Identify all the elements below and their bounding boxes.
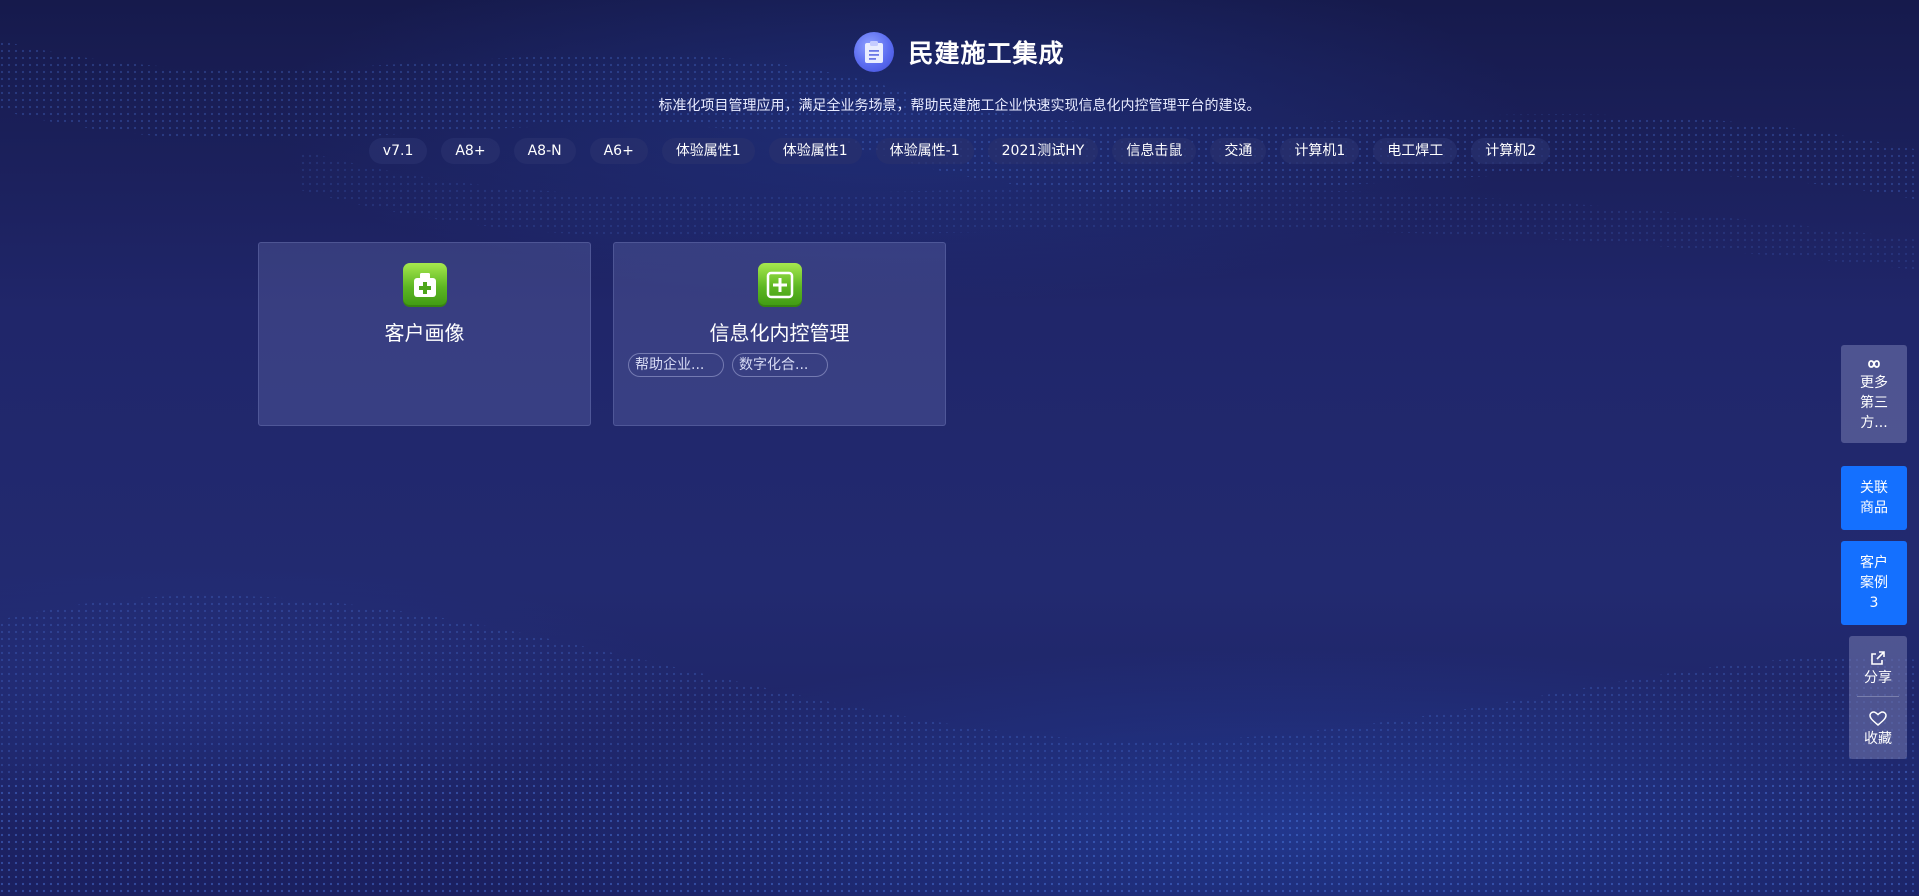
third-party-label: 更多第三方... <box>1860 375 1888 431</box>
related-products-button[interactable]: 关联商品 <box>1841 466 1907 530</box>
card-chip[interactable]: 帮助企业... <box>628 353 724 377</box>
card-chip-list: 帮助企业... 数字化合... <box>628 353 828 377</box>
share-icon <box>1871 651 1885 665</box>
tag-experience-attr-1[interactable]: 体验属性1 <box>661 138 755 164</box>
app-card-info-control[interactable]: 信息化内控管理 帮助企业... 数字化合... <box>613 242 946 426</box>
tag-2021-test-hy[interactable]: 2021测试HY <box>987 138 1099 164</box>
share-label: 分享 <box>1864 670 1892 686</box>
tag-traffic[interactable]: 交通 <box>1210 138 1267 164</box>
card-title: 信息化内控管理 <box>709 321 850 345</box>
background-wave <box>0 0 1919 896</box>
version-tag-list: v7.1 A8+ A8-N A6+ 体验属性1 体验属性1 体验属性-1 202… <box>0 138 1919 164</box>
page-subtitle: 标准化项目管理应用，满足全业务场景，帮助民建施工企业快速实现信息化内控管理平台的… <box>658 98 1261 114</box>
card-title: 客户画像 <box>384 321 465 345</box>
plus-box-icon <box>758 263 802 307</box>
customer-cases-button[interactable]: 客户案例 3 <box>1841 541 1907 625</box>
related-products-label: 关联商品 <box>1860 480 1888 516</box>
customer-cases-count: 3 <box>1869 595 1879 611</box>
share-favorite-panel: 分享 收藏 <box>1849 636 1907 759</box>
heart-icon <box>1869 711 1887 726</box>
third-party-button[interactable]: 更多第三方... <box>1841 345 1907 443</box>
tag-a6-plus[interactable]: A6+ <box>589 138 648 164</box>
medical-kit-icon <box>403 263 447 307</box>
favorite-label: 收藏 <box>1864 731 1892 747</box>
card-chip[interactable]: 数字化合... <box>732 353 828 377</box>
tag-experience-attr-neg1[interactable]: 体验属性-1 <box>875 138 974 164</box>
page-header: 民建施工集成 <box>0 32 1919 72</box>
tag-computer-1[interactable]: 计算机1 <box>1280 138 1360 164</box>
infinity-icon <box>1868 360 1880 368</box>
tag-a8-n[interactable]: A8-N <box>513 138 576 164</box>
tag-a8-plus[interactable]: A8+ <box>441 138 500 164</box>
favorite-button[interactable]: 收藏 <box>1849 697 1907 749</box>
clipboard-icon <box>854 32 895 72</box>
app-card-customer-portrait[interactable]: 客户画像 <box>258 242 591 426</box>
page-title: 民建施工集成 <box>908 39 1065 68</box>
tag-experience-attr-1b[interactable]: 体验属性1 <box>768 138 862 164</box>
app-card-list: 客户画像 信息化内控管理 帮助企业... 数字化合... <box>258 242 946 426</box>
tag-info-mouse[interactable]: 信息击鼠 <box>1112 138 1197 164</box>
tag-electric-welding[interactable]: 电工焊工 <box>1373 138 1458 164</box>
share-button[interactable]: 分享 <box>1849 650 1907 696</box>
tag-computer-2[interactable]: 计算机2 <box>1471 138 1551 164</box>
customer-cases-label: 客户案例 <box>1860 555 1888 591</box>
tag-v7-1[interactable]: v7.1 <box>368 138 428 164</box>
